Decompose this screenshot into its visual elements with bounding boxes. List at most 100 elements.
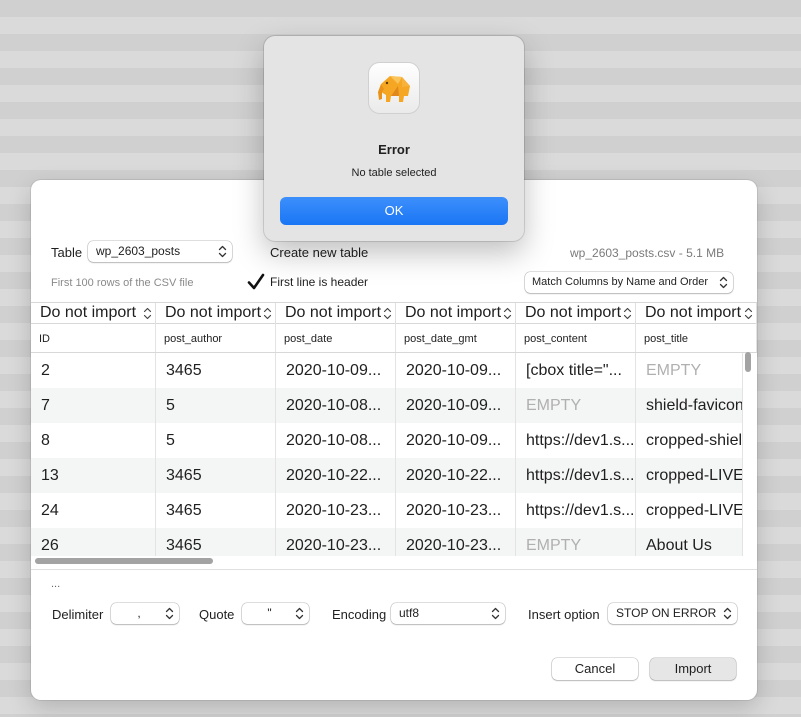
table-cell: 2020-10-23...	[276, 493, 396, 528]
horizontal-scrollbar[interactable]	[35, 558, 213, 564]
table-row[interactable]: 13 3465 2020-10-22... 2020-10-22... http…	[31, 458, 743, 493]
quote-label: Quote	[199, 607, 235, 622]
table-cell: 2020-10-23...	[396, 493, 516, 528]
table-select-value: wp_2603_posts	[96, 244, 181, 258]
column-header[interactable]: post_author	[156, 324, 276, 352]
table-row[interactable]: 24 3465 2020-10-23... 2020-10-23... http…	[31, 493, 743, 528]
table-cell: 5	[156, 423, 276, 458]
error-alert: Error No table selected OK	[264, 36, 524, 241]
delimiter-select[interactable]: ,	[111, 603, 179, 624]
insert-option-select[interactable]: STOP ON ERROR	[608, 603, 737, 624]
quote-select[interactable]: "	[242, 603, 309, 624]
ellipsis-text: ...	[51, 578, 61, 590]
table-row[interactable]: 26 3465 2020-10-23... 2020-10-23... EMPT…	[31, 528, 743, 556]
alert-message: No table selected	[351, 167, 437, 179]
import-button[interactable]: Import	[650, 658, 736, 680]
grid-divider	[31, 569, 757, 570]
insert-option-value: STOP ON ERROR	[616, 606, 717, 620]
elephant-app-icon	[368, 62, 420, 114]
table-body: 2 3465 2020-10-09... 2020-10-09... [cbox…	[31, 353, 743, 556]
table-cell: 5	[156, 388, 276, 423]
chevron-updown-icon	[491, 607, 500, 620]
column-mapping-select[interactable]: Do not import	[31, 303, 156, 324]
table-cell: 2020-10-09...	[396, 353, 516, 388]
chevron-updown-icon	[719, 276, 728, 289]
preview-hint: First 100 rows of the CSV file	[51, 277, 194, 289]
table-cell: About Us	[636, 528, 743, 556]
encoding-select[interactable]: utf8	[391, 603, 505, 624]
table-cell: 2	[31, 353, 156, 388]
table-cell: 8	[31, 423, 156, 458]
table-cell: 2020-10-22...	[396, 458, 516, 493]
table-cell: 3465	[156, 458, 276, 493]
chevron-updown-icon	[744, 307, 753, 320]
column-mapping-value: Do not import	[165, 304, 262, 321]
encoding-value: utf8	[399, 606, 420, 620]
column-mapping-select[interactable]: Do not import	[156, 303, 276, 324]
table-cell: 13	[31, 458, 156, 493]
table-cell: 24	[31, 493, 156, 528]
table-cell: 2020-10-09...	[276, 353, 396, 388]
table-cell: https://dev1.s...	[516, 423, 636, 458]
column-mapping-select[interactable]: Do not import	[516, 303, 636, 324]
table-cell: 3465	[156, 493, 276, 528]
column-mapping-value: Do not import	[525, 304, 622, 321]
cancel-button[interactable]: Cancel	[552, 658, 638, 680]
create-new-table-link[interactable]: Create new table	[270, 245, 368, 260]
csv-preview-grid: Do not import Do not import Do not impor…	[31, 302, 757, 570]
column-mapping-value: Do not import	[645, 304, 742, 321]
chevron-updown-icon	[503, 307, 512, 320]
insert-option-label: Insert option	[528, 607, 600, 622]
chevron-updown-icon	[723, 607, 732, 620]
chevron-updown-icon	[218, 245, 227, 258]
chevron-updown-icon	[295, 607, 304, 620]
column-header[interactable]: post_date_gmt	[396, 324, 516, 352]
table-cell: EMPTY	[516, 388, 636, 423]
chevron-updown-icon	[623, 307, 632, 320]
table-cell: cropped-shiel	[636, 423, 743, 458]
column-header[interactable]: ID	[31, 324, 156, 352]
table-cell: 2020-10-09...	[396, 423, 516, 458]
column-mapping-value: Do not import	[285, 304, 382, 321]
table-cell: cropped-LIVE.	[636, 493, 743, 528]
ok-button[interactable]: OK	[280, 197, 508, 225]
table-row[interactable]: 7 5 2020-10-08... 2020-10-09... EMPTY sh…	[31, 388, 743, 423]
table-cell: 3465	[156, 353, 276, 388]
column-header[interactable]: post_title	[636, 324, 757, 352]
column-header[interactable]: post_date	[276, 324, 396, 352]
table-select[interactable]: wp_2603_posts	[88, 241, 232, 262]
import-sheet: Table wp_2603_posts Create new table wp_…	[31, 180, 757, 700]
match-columns-select[interactable]: Match Columns by Name and Order	[525, 272, 733, 293]
column-header-row: ID post_author post_date post_date_gmt p…	[31, 324, 757, 353]
table-cell: EMPTY	[516, 528, 636, 556]
chevron-updown-icon	[165, 607, 174, 620]
table-cell: EMPTY	[636, 353, 743, 388]
alert-title: Error	[378, 142, 410, 157]
vertical-scrollbar[interactable]	[745, 352, 751, 372]
column-mapping-select[interactable]: Do not import	[636, 303, 757, 324]
table-cell: 2020-10-09...	[396, 388, 516, 423]
table-cell: shield-favicon	[636, 388, 743, 423]
chevron-updown-icon	[263, 307, 272, 320]
table-cell: 2020-10-22...	[276, 458, 396, 493]
column-mapping-value: Do not import	[405, 304, 502, 321]
match-columns-value: Match Columns by Name and Order	[532, 276, 709, 288]
column-mapping-select[interactable]: Do not import	[276, 303, 396, 324]
table-cell: 7	[31, 388, 156, 423]
table-cell: 2020-10-23...	[276, 528, 396, 556]
file-info: wp_2603_posts.csv - 5.1 MB	[570, 246, 725, 260]
column-mapping-row: Do not import Do not import Do not impor…	[31, 302, 757, 324]
checkmark-icon[interactable]	[247, 273, 265, 291]
table-row[interactable]: 8 5 2020-10-08... 2020-10-09... https://…	[31, 423, 743, 458]
chevron-updown-icon	[143, 307, 152, 320]
table-cell: 26	[31, 528, 156, 556]
column-mapping-select[interactable]: Do not import	[396, 303, 516, 324]
table-label: Table	[51, 245, 83, 260]
table-row[interactable]: 2 3465 2020-10-09... 2020-10-09... [cbox…	[31, 353, 743, 388]
table-cell: 3465	[156, 528, 276, 556]
table-cell: https://dev1.s...	[516, 493, 636, 528]
encoding-label: Encoding	[332, 607, 387, 622]
first-line-header-label[interactable]: First line is header	[270, 275, 368, 289]
chevron-updown-icon	[383, 307, 392, 320]
column-header[interactable]: post_content	[516, 324, 636, 352]
